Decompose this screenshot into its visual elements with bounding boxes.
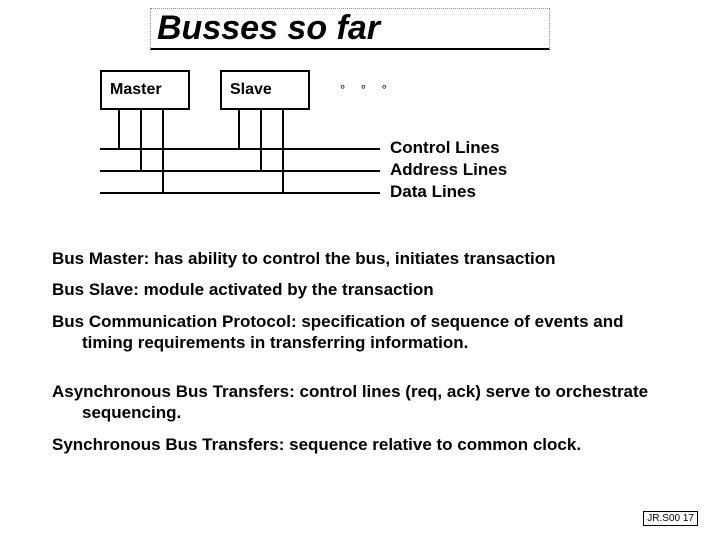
master-box: Master [100,70,190,110]
master-conn-2 [140,110,142,170]
slide-title: Busses so far [150,8,550,50]
footer-tag: JR.S00 17 [643,511,698,526]
control-lines-label: Control Lines [390,138,500,158]
master-conn-1 [118,110,120,148]
data-lines [100,192,380,194]
def-bus-protocol: Bus Communication Protocol: specificatio… [52,311,672,354]
slave-label: Slave [230,81,272,99]
def-bus-master: Bus Master: has ability to control the b… [52,248,672,269]
slave-box: Slave [220,70,310,110]
ellipsis-icon: ° ° ° [340,82,393,97]
master-conn-3 [162,110,164,192]
address-lines-label: Address Lines [390,160,507,180]
definitions-block: Bus Master: has ability to control the b… [52,248,672,465]
master-label: Master [110,81,162,99]
address-lines [100,170,380,172]
slave-conn-2 [260,110,262,170]
data-lines-label: Data Lines [390,182,476,202]
title-container: Busses so far [150,8,550,50]
bus-diagram: Master Slave ° ° ° Control Lines Address… [100,70,600,220]
def-async: Asynchronous Bus Transfers: control line… [52,381,672,424]
def-sync: Synchronous Bus Transfers: sequence rela… [52,434,672,455]
control-lines [100,148,380,150]
def-bus-slave: Bus Slave: module activated by the trans… [52,279,672,300]
slave-conn-1 [238,110,240,148]
slave-conn-3 [282,110,284,192]
